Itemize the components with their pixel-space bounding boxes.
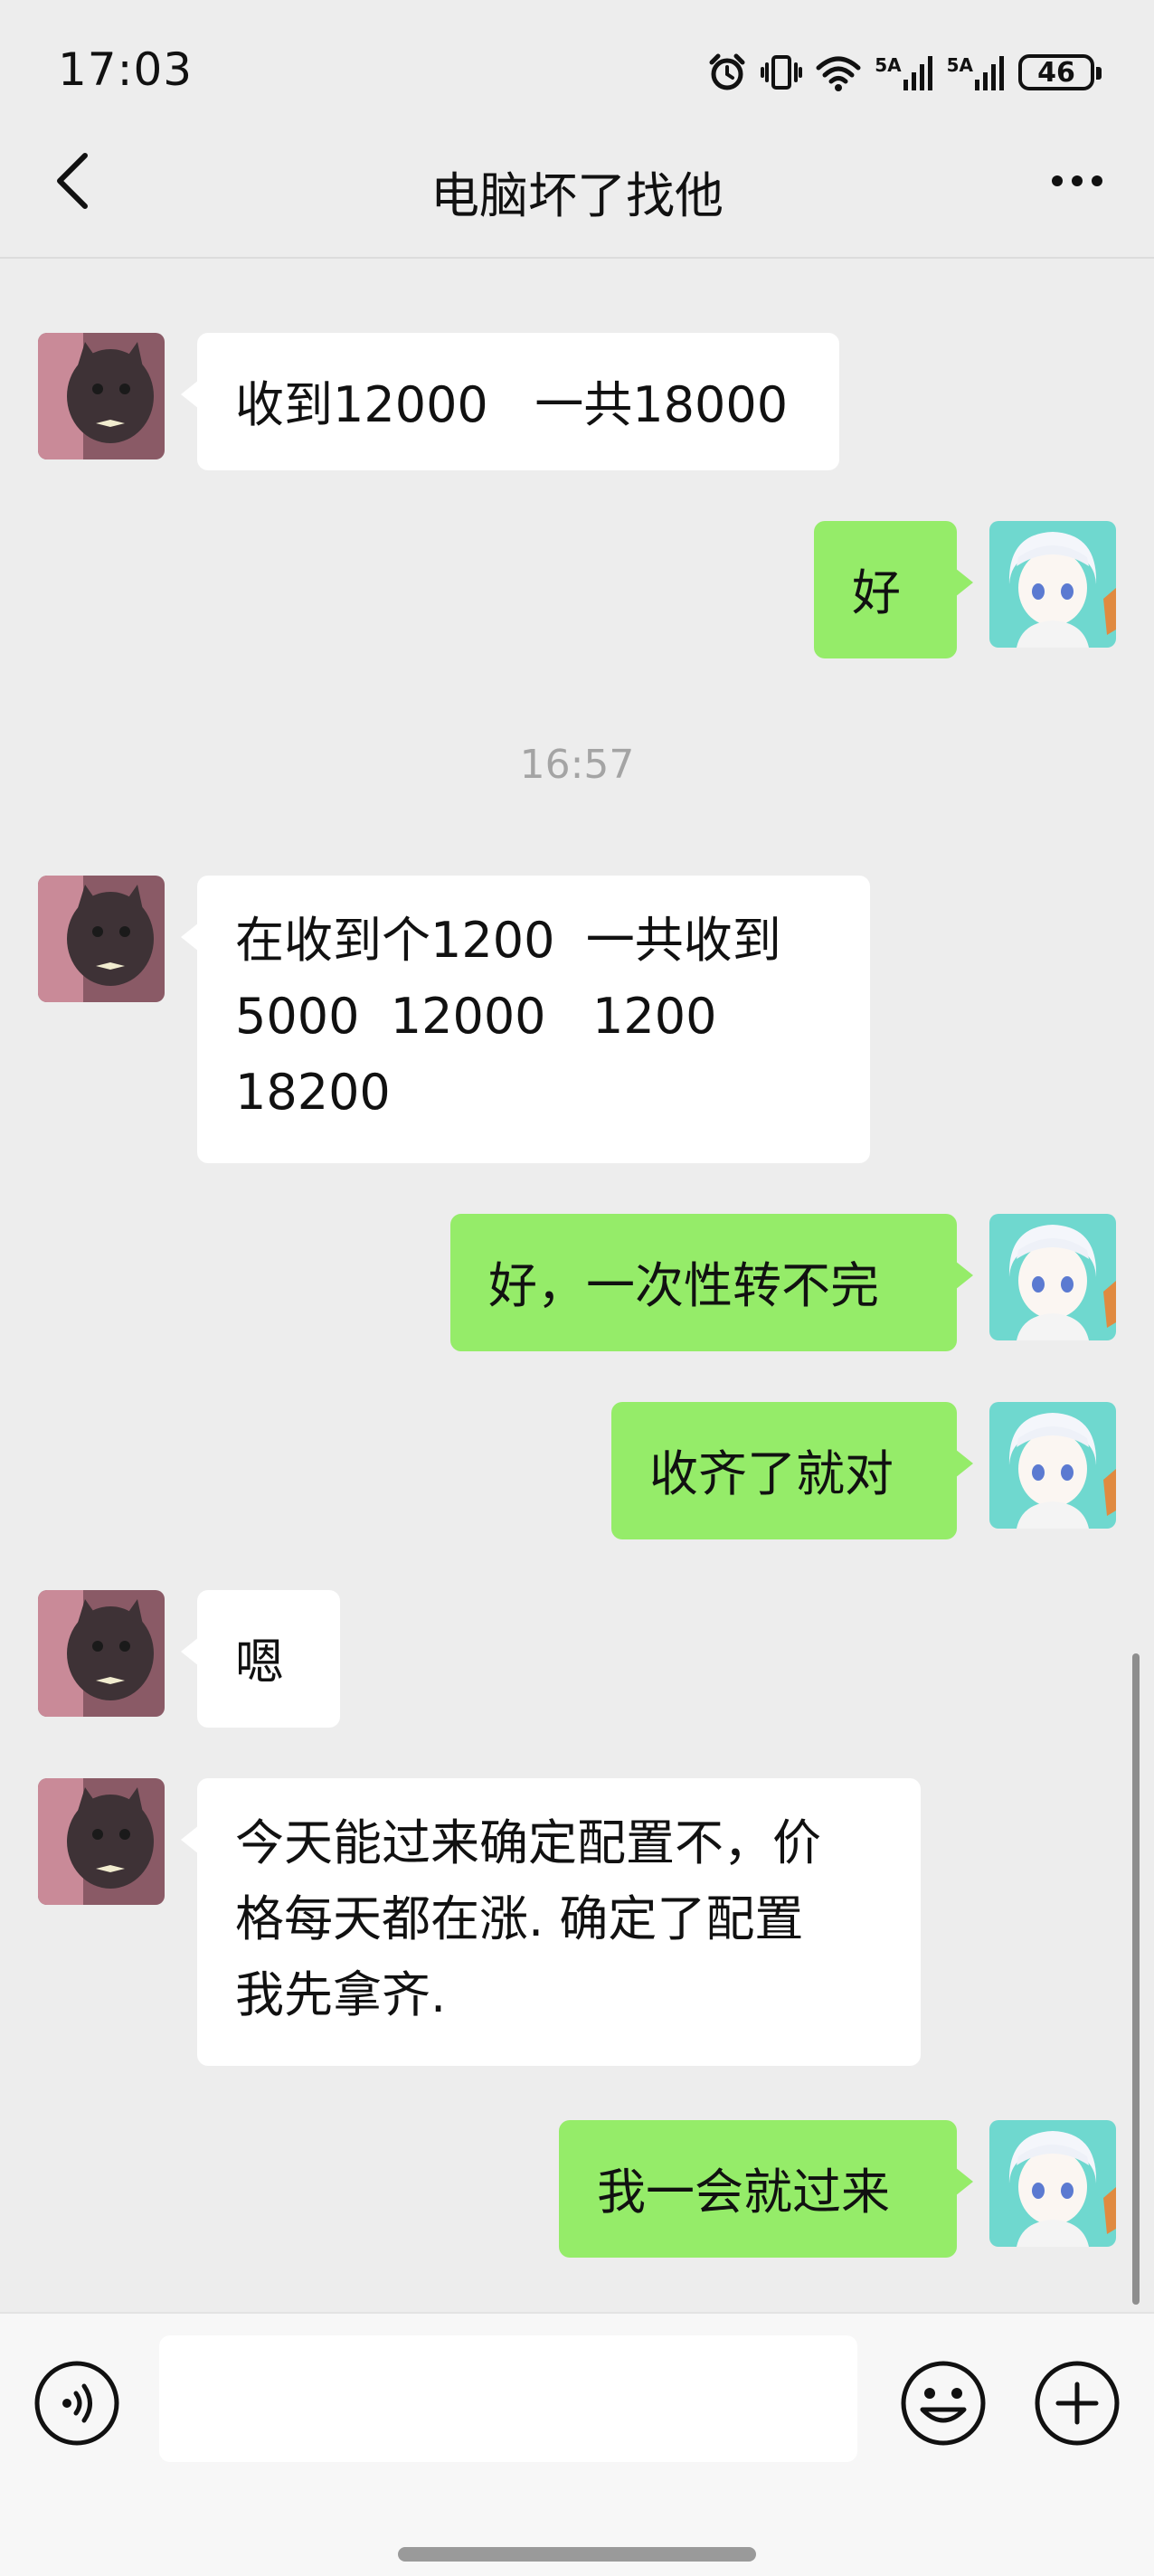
emoji-button[interactable]	[899, 2359, 988, 2448]
network-2-label: 5A	[946, 54, 973, 76]
home-indicator[interactable]	[398, 2547, 756, 2562]
self-avatar[interactable]	[989, 1402, 1116, 1529]
message-bubble-outgoing[interactable]: 我一会就过来	[559, 2120, 973, 2258]
input-bar	[0, 2312, 1154, 2576]
message-bubble-outgoing[interactable]: 好，一次性转不完	[450, 1214, 973, 1351]
self-avatar[interactable]	[989, 1214, 1116, 1340]
voice-button[interactable]	[33, 2359, 121, 2448]
battery-indicator: 46	[1018, 54, 1102, 90]
chat-messages[interactable]: 收到12000 一共18000 好 16:57 在收到个1200 一共收到 50…	[0, 260, 1154, 2312]
plus-icon	[1035, 2361, 1120, 2446]
status-icons: 5A 5A 46	[706, 51, 1102, 94]
more-dot	[1092, 175, 1102, 186]
emoji-icon	[901, 2361, 986, 2446]
message-input[interactable]	[159, 2335, 857, 2462]
self-avatar[interactable]	[989, 521, 1116, 648]
chat-title: 电脑坏了找他	[430, 167, 724, 224]
chat-header: 电脑坏了找他	[0, 118, 1154, 259]
more-actions-button[interactable]	[1033, 2359, 1121, 2448]
message-bubble-incoming[interactable]: 今天能过来确定配置不，价 格每天都在涨. 确定了配置 我先拿齐.	[181, 1778, 921, 2066]
message-bubble-outgoing[interactable]: 好	[814, 521, 973, 658]
contact-avatar[interactable]	[38, 1778, 165, 1905]
message-bubble-outgoing[interactable]: 收齐了就对	[611, 1402, 973, 1539]
network-1-label: 5A	[875, 54, 902, 76]
message-bubble-incoming[interactable]: 嗯	[181, 1590, 340, 1728]
contact-avatar[interactable]	[38, 333, 165, 459]
status-time: 17:03	[58, 43, 194, 96]
signal-2-icon: 5A	[947, 54, 1006, 90]
self-avatar[interactable]	[989, 2120, 1116, 2247]
vibrate-icon	[761, 52, 803, 93]
scrollbar[interactable]	[1132, 1653, 1140, 2305]
message-timestamp: 16:57	[519, 742, 635, 788]
voice-icon	[34, 2361, 119, 2446]
alarm-icon	[706, 52, 748, 93]
contact-avatar[interactable]	[38, 1590, 165, 1717]
more-dot	[1072, 175, 1083, 186]
contact-avatar[interactable]	[38, 876, 165, 1002]
signal-1-icon: 5A	[875, 54, 933, 90]
more-button[interactable]	[1036, 154, 1118, 208]
more-dots-icon	[1052, 175, 1063, 186]
message-bubble-incoming[interactable]: 收到12000 一共18000	[181, 333, 839, 470]
wifi-icon	[815, 52, 862, 93]
message-bubble-incoming[interactable]: 在收到个1200 一共收到 5000 12000 1200 18200	[181, 876, 870, 1163]
